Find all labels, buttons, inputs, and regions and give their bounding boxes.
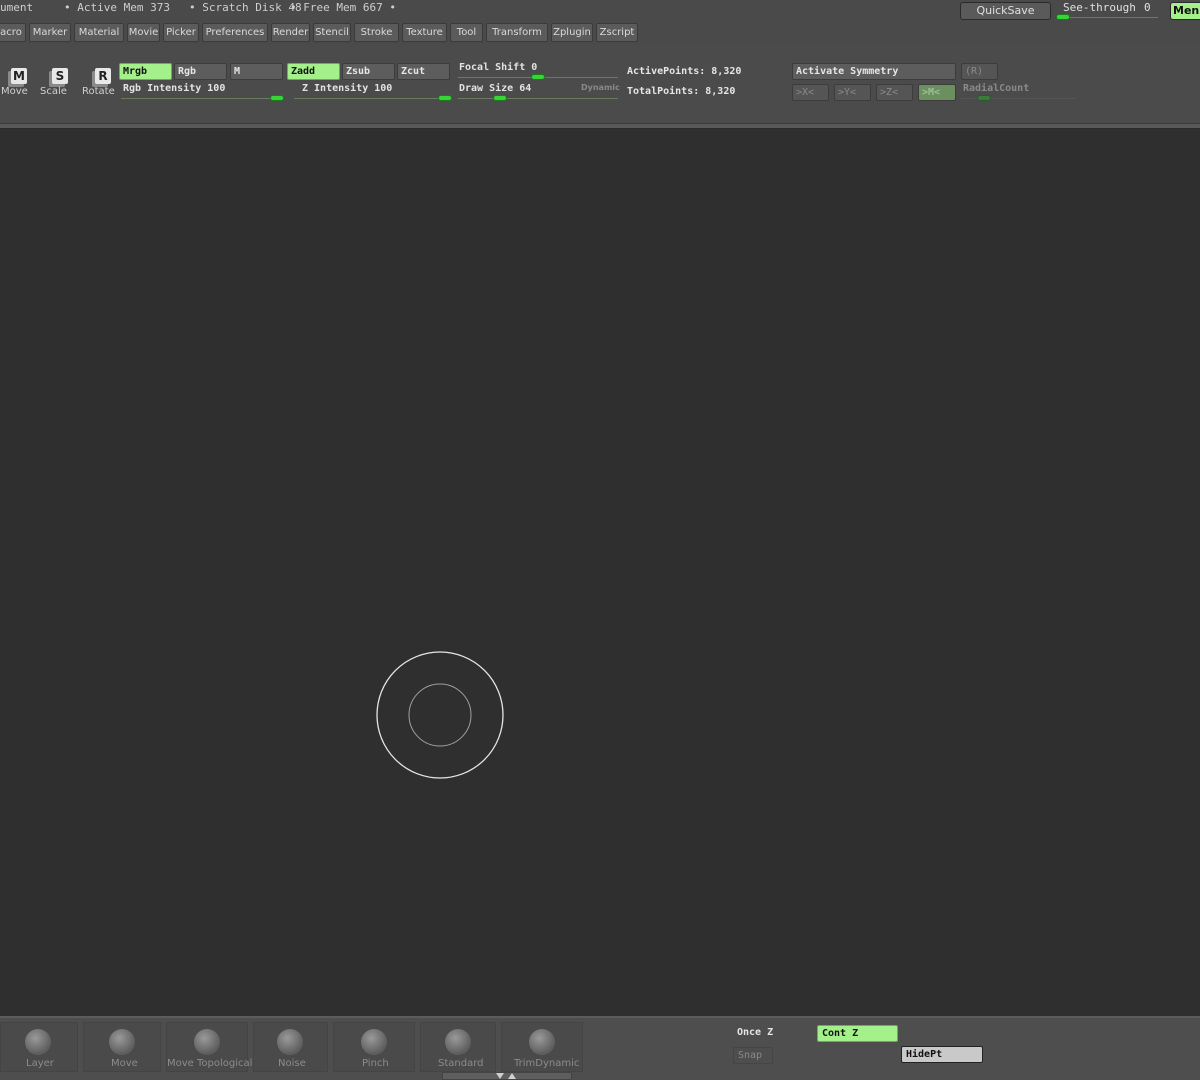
brush-label-noise: Noise xyxy=(278,1058,306,1069)
move-brush-icon xyxy=(109,1029,135,1055)
brush-label-standard: Standard xyxy=(438,1058,484,1069)
symmetry-m-button[interactable]: >M< xyxy=(918,84,956,101)
z-intensity-track[interactable] xyxy=(294,98,452,99)
move-topological-brush-icon xyxy=(194,1029,220,1055)
once-z-label[interactable]: Once Z xyxy=(737,1027,773,1038)
zcut-button[interactable]: Zcut xyxy=(397,63,450,80)
see-through-value: 0 xyxy=(1144,1,1151,14)
menu-item-material[interactable]: Material xyxy=(74,23,124,42)
activate-symmetry-button[interactable]: Activate Symmetry xyxy=(792,63,956,80)
see-through-slider-track[interactable] xyxy=(1058,17,1158,18)
radial-count-label: RadialCount xyxy=(963,83,1030,94)
radial-count-knob[interactable] xyxy=(977,95,991,101)
menu-item-movie[interactable]: Movie xyxy=(127,23,160,42)
brush-label-move-topological: Move Topological xyxy=(167,1058,253,1069)
rgb-intensity-track[interactable] xyxy=(121,98,283,99)
menu-item-marker[interactable]: Marker xyxy=(29,23,71,42)
brush-trimdynamic[interactable]: TrimDynamic xyxy=(501,1022,583,1072)
move-tool-icon: M xyxy=(11,68,27,84)
draw-size-track[interactable] xyxy=(458,98,618,99)
rotate-tool-label: Rotate xyxy=(82,86,115,97)
menu-item-macro[interactable]: acro xyxy=(0,23,26,42)
noise-brush-icon xyxy=(277,1029,303,1055)
rgb-intensity-label: Rgb Intensity 100 xyxy=(123,83,226,94)
menu-item-texture[interactable]: Texture xyxy=(402,23,447,42)
rotate-tool-icon: R xyxy=(95,68,111,84)
brush-move[interactable]: Move xyxy=(83,1022,161,1072)
free-mem-readout: • Free Mem 667 • xyxy=(290,1,396,14)
brush-label-layer: Layer xyxy=(26,1058,54,1069)
m-button[interactable]: M xyxy=(230,63,283,80)
z-intensity-knob[interactable] xyxy=(438,95,452,101)
menu-item-preferences[interactable]: Preferences xyxy=(202,23,268,42)
trimdynamic-brush-icon xyxy=(529,1029,555,1055)
active-mem-readout: • Active Mem 373 xyxy=(64,1,170,14)
title-bar: ument • Active Mem 373 • Scratch Disk 48… xyxy=(0,0,1200,22)
scratch-disk-readout: • Scratch Disk 48 xyxy=(189,1,302,14)
menu-item-render[interactable]: Render xyxy=(271,23,310,42)
menu-bar: acro Marker Material Movie Picker Prefer… xyxy=(0,22,1200,44)
menus-toggle[interactable]: Menus xyxy=(1170,2,1200,20)
radial-r-button[interactable]: (R) xyxy=(961,63,998,80)
see-through-label: See-through xyxy=(1063,1,1136,14)
hidept-button[interactable]: HidePt xyxy=(901,1046,983,1063)
brush-cursor-inner-ring xyxy=(408,683,472,747)
see-through-slider-knob[interactable] xyxy=(1056,14,1070,20)
dynamic-toggle[interactable]: Dynamic xyxy=(581,83,620,92)
mrgb-button[interactable]: Mrgb xyxy=(119,63,172,80)
total-points-readout: TotalPoints: 8,320 xyxy=(627,86,736,97)
shelf-collapse-arrows-icon xyxy=(496,1073,516,1079)
menu-item-zscript[interactable]: Zscript xyxy=(596,23,638,42)
pinch-brush-icon xyxy=(361,1029,387,1055)
brush-label-move: Move xyxy=(111,1058,138,1069)
shelf-divider xyxy=(0,124,1200,129)
z-intensity-label: Z Intensity 100 xyxy=(302,83,393,94)
focal-shift-knob[interactable] xyxy=(531,74,545,80)
layer-brush-icon xyxy=(25,1029,51,1055)
brush-label-trimdynamic: TrimDynamic xyxy=(514,1058,580,1069)
draw-size-label: Draw Size 64 xyxy=(459,83,532,94)
zadd-button[interactable]: Zadd xyxy=(287,63,340,80)
top-shelf: M Move S Scale R Rotate Mrgb Rgb M Zadd … xyxy=(0,44,1200,124)
menu-item-stencil[interactable]: Stencil xyxy=(313,23,351,42)
brush-label-pinch: Pinch xyxy=(362,1058,389,1069)
active-points-readout: ActivePoints: 8,320 xyxy=(627,66,742,77)
menu-item-tool[interactable]: Tool xyxy=(450,23,483,42)
symmetry-y-button[interactable]: >Y< xyxy=(834,84,871,101)
scale-tool-icon: S xyxy=(52,68,68,84)
quicksave-button[interactable]: QuickSave xyxy=(960,2,1051,20)
zsub-button[interactable]: Zsub xyxy=(342,63,395,80)
brush-move-topological[interactable]: Move Topological xyxy=(166,1022,252,1072)
menu-item-picker[interactable]: Picker xyxy=(163,23,199,42)
brush-standard[interactable]: Standard xyxy=(420,1022,496,1072)
move-tool-label: Move xyxy=(1,86,28,97)
symmetry-x-button[interactable]: >X< xyxy=(792,84,829,101)
menu-item-zplugin[interactable]: Zplugin xyxy=(551,23,593,42)
menu-item-transform[interactable]: Transform xyxy=(486,23,548,42)
brush-layer[interactable]: Layer xyxy=(0,1022,78,1072)
snap-button[interactable]: Snap xyxy=(733,1047,773,1064)
brush-pinch[interactable]: Pinch xyxy=(333,1022,415,1072)
document-canvas[interactable] xyxy=(0,130,1200,1016)
document-title: ument xyxy=(0,1,34,14)
brush-noise[interactable]: Noise xyxy=(253,1022,328,1072)
bottom-shelf: Layer Move Move Topological Noise Pinch … xyxy=(0,1016,1200,1080)
canvas-overlay xyxy=(376,651,504,779)
symmetry-z-button[interactable]: >Z< xyxy=(876,84,913,101)
cont-z-button[interactable]: Cont Z xyxy=(817,1025,898,1042)
standard-brush-icon xyxy=(445,1029,471,1055)
rgb-button[interactable]: Rgb xyxy=(174,63,227,80)
rgb-intensity-knob[interactable] xyxy=(270,95,284,101)
focal-shift-label: Focal Shift 0 xyxy=(459,62,538,73)
scale-tool-label: Scale xyxy=(40,86,67,97)
draw-size-knob[interactable] xyxy=(493,95,507,101)
brush-cursor-outer-ring xyxy=(376,651,504,779)
menu-item-stroke[interactable]: Stroke xyxy=(354,23,399,42)
